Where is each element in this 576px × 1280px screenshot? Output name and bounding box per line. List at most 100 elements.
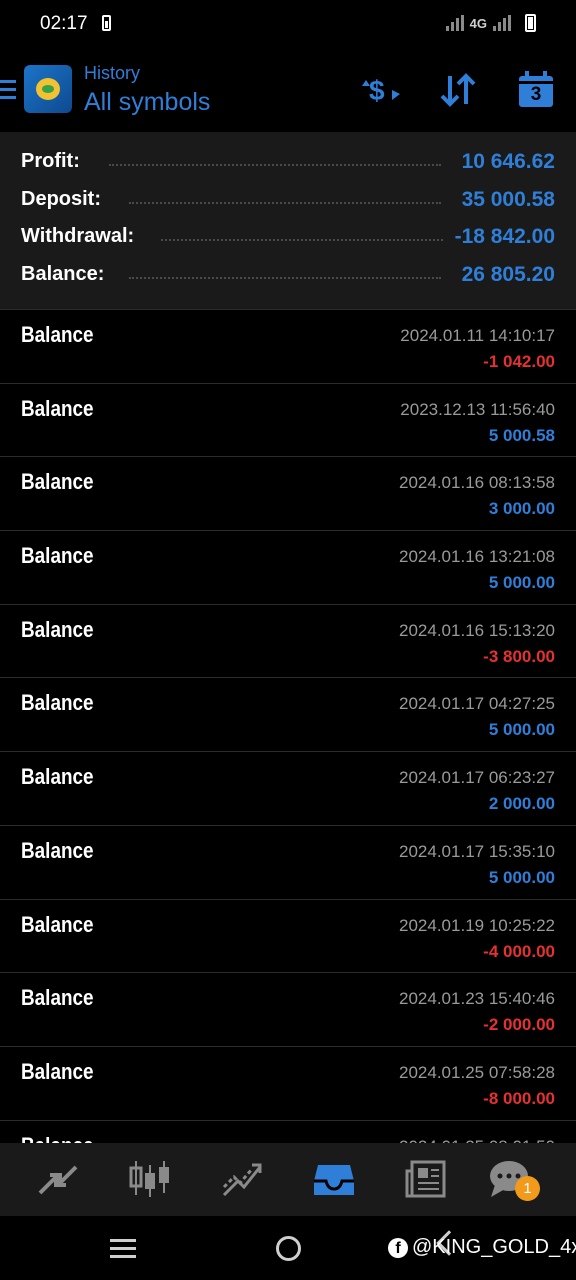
operation-amount: -2 000.00 bbox=[483, 1015, 555, 1035]
operation-amount: -1 042.00 bbox=[483, 352, 555, 371]
operation-time: 2024.01.17 06:23:27 bbox=[399, 768, 555, 788]
dot-leader bbox=[129, 276, 441, 279]
battery-icon bbox=[525, 14, 536, 32]
dot-leader bbox=[161, 239, 443, 241]
operation-time: 2024.01.11 14:10:17 bbox=[400, 326, 555, 345]
operation-amount: -3 800.00 bbox=[483, 646, 555, 666]
summary-value: -18 842.00 bbox=[454, 225, 555, 248]
summary-label: Withdrawal: bbox=[21, 225, 135, 247]
watermark: f @KING_GOLD_4x bbox=[388, 1236, 576, 1259]
recent-apps-button[interactable] bbox=[110, 1239, 136, 1263]
history-tab[interactable] bbox=[312, 1159, 356, 1199]
summary-value: 35 000.58 bbox=[461, 187, 555, 211]
symbol-filter[interactable]: All symbols bbox=[84, 88, 210, 117]
operation-time: 2024.01.17 15:35:10 bbox=[399, 841, 555, 861]
operation-amount: -8 000.00 bbox=[483, 1088, 555, 1108]
deposit-withdraw-button[interactable]: $ bbox=[360, 70, 402, 110]
sort-button[interactable] bbox=[438, 70, 480, 110]
trade-icon bbox=[222, 1163, 262, 1197]
bottom-nav: 1 bbox=[0, 1143, 576, 1216]
quotes-icon bbox=[38, 1165, 78, 1195]
facebook-icon: f bbox=[388, 1237, 408, 1258]
watermark-text: @KING_GOLD_4x bbox=[412, 1236, 576, 1258]
system-nav-bar: f @KING_GOLD_4x bbox=[0, 1216, 576, 1280]
operation-time: 2024.01.19 10:25:22 bbox=[399, 915, 555, 935]
currency-exchange-icon: $ bbox=[362, 75, 400, 106]
summary-profit: Profit: 10 646.62 bbox=[21, 150, 555, 188]
summary-label: Deposit: bbox=[21, 187, 101, 210]
operation-time: 2024.01.23 15:40:46 bbox=[399, 989, 555, 1009]
operation-amount: 2 000.00 bbox=[488, 794, 555, 814]
chart-icon bbox=[129, 1161, 169, 1197]
operation-amount: 5 000.58 bbox=[488, 425, 555, 445]
summary-label: Profit: bbox=[21, 150, 80, 172]
summary-deposit: Deposit: 35 000.58 bbox=[21, 188, 555, 226]
operation-amount: 5 000.00 bbox=[488, 720, 555, 740]
operation-title: Balance bbox=[21, 616, 94, 642]
notification-battery-icon bbox=[102, 15, 111, 31]
quotes-tab[interactable] bbox=[36, 1159, 80, 1199]
operation-title: Balance bbox=[21, 543, 94, 569]
operation-row[interactable]: Balance 2024.01.16 15:13:20 -3 800.00 bbox=[0, 603, 576, 678]
operation-amount: -4 000.00 bbox=[483, 941, 555, 961]
operation-row[interactable]: Balance 2024.01.16 08:13:58 3 000.00 bbox=[0, 456, 576, 530]
summary-value: 10 646.62 bbox=[461, 150, 555, 173]
operation-row[interactable]: Balance 2024.01.23 15:40:46 -2 000.00 bbox=[0, 972, 576, 1046]
operation-title: Balance bbox=[21, 764, 94, 790]
status-indicators: 4G bbox=[445, 14, 536, 32]
operation-title: Balance bbox=[21, 395, 94, 421]
dot-leader bbox=[129, 201, 441, 204]
menu-icon[interactable] bbox=[0, 80, 16, 100]
operation-title: Balance bbox=[21, 1058, 94, 1084]
operation-amount: 5 000.00 bbox=[488, 867, 555, 887]
operation-amount: 3 000.00 bbox=[488, 499, 555, 519]
operation-title: Balance bbox=[21, 985, 94, 1011]
summary-withdrawal: Withdrawal: -18 842.00 bbox=[21, 225, 555, 263]
operation-row[interactable]: Balance 2024.01.16 13:21:08 5 000.00 bbox=[0, 530, 576, 604]
operation-title: Balance bbox=[21, 911, 94, 937]
operation-row[interactable]: Balance 2024.01.17 06:23:27 2 000.00 bbox=[0, 751, 576, 825]
status-time: 02:17 bbox=[40, 13, 88, 34]
operation-row[interactable]: Balance 2024.01.19 10:25:22 -4 000.00 bbox=[0, 898, 576, 973]
operation-title: Balance bbox=[21, 837, 94, 863]
summary-panel: Profit: 10 646.62 Deposit: 35 000.58 Wit… bbox=[0, 132, 576, 309]
operation-time: 2024.01.17 04:27:25 bbox=[399, 694, 555, 714]
period-calendar-button[interactable]: 3 bbox=[516, 70, 558, 110]
dot-leader bbox=[109, 164, 441, 166]
operation-title: Balance bbox=[21, 1133, 94, 1143]
operation-amount: 5 000.00 bbox=[488, 573, 555, 593]
signal-icon-2 bbox=[493, 15, 511, 31]
operation-time: 2024.01.16 13:21:08 bbox=[399, 547, 555, 567]
operation-title: Balance bbox=[21, 690, 94, 716]
history-icon bbox=[314, 1165, 354, 1195]
summary-label: Balance: bbox=[21, 262, 105, 285]
signal-icon bbox=[445, 15, 464, 31]
app-bar: History All symbols $ 3 bbox=[0, 50, 576, 132]
operation-time: 2023.12.13 11:56:40 bbox=[400, 399, 555, 419]
operation-row[interactable]: Balance 2024.01.17 15:35:10 5 000.00 bbox=[0, 824, 576, 899]
summary-balance: Balance: 26 805.20 bbox=[21, 263, 555, 301]
operation-time: 2024.01.25 07:58:28 bbox=[399, 1062, 555, 1082]
operation-time: 2024.01.16 08:13:58 bbox=[399, 473, 555, 493]
status-bar: 02:17 4G bbox=[0, 0, 576, 50]
svg-text:$: $ bbox=[369, 75, 385, 106]
operation-row[interactable]: Balance 2024.01.17 04:27:25 5 000.00 bbox=[0, 677, 576, 751]
operation-title: Balance bbox=[21, 322, 94, 347]
news-tab[interactable] bbox=[404, 1159, 448, 1199]
operation-row[interactable]: Balance2024.01.25 08:01:50 bbox=[0, 1119, 576, 1143]
operation-title: Balance bbox=[21, 469, 94, 495]
calendar-day: 3 bbox=[530, 84, 542, 105]
trade-tab[interactable] bbox=[220, 1159, 264, 1199]
operation-row[interactable]: Balance 2024.01.25 07:58:28 -8 000.00 bbox=[0, 1045, 576, 1120]
sort-icon bbox=[440, 73, 476, 107]
operation-row[interactable]: Balance 2024.01.11 14:10:17 -1 042.00 bbox=[0, 309, 576, 383]
chart-tab[interactable] bbox=[128, 1159, 172, 1199]
home-button[interactable] bbox=[276, 1236, 301, 1261]
page-subtitle: History bbox=[84, 63, 141, 83]
operation-row[interactable]: Balance 2023.12.13 11:56:40 5 000.58 bbox=[0, 382, 576, 457]
app-logo bbox=[24, 65, 72, 113]
operations-list[interactable]: Balance 2024.01.11 14:10:17 -1 042.00 Balan… bbox=[0, 309, 576, 1143]
network-type: 4G bbox=[469, 15, 487, 31]
summary-value: 26 805.20 bbox=[461, 262, 555, 286]
operation-time: 2024.01.16 15:13:20 bbox=[399, 620, 555, 640]
